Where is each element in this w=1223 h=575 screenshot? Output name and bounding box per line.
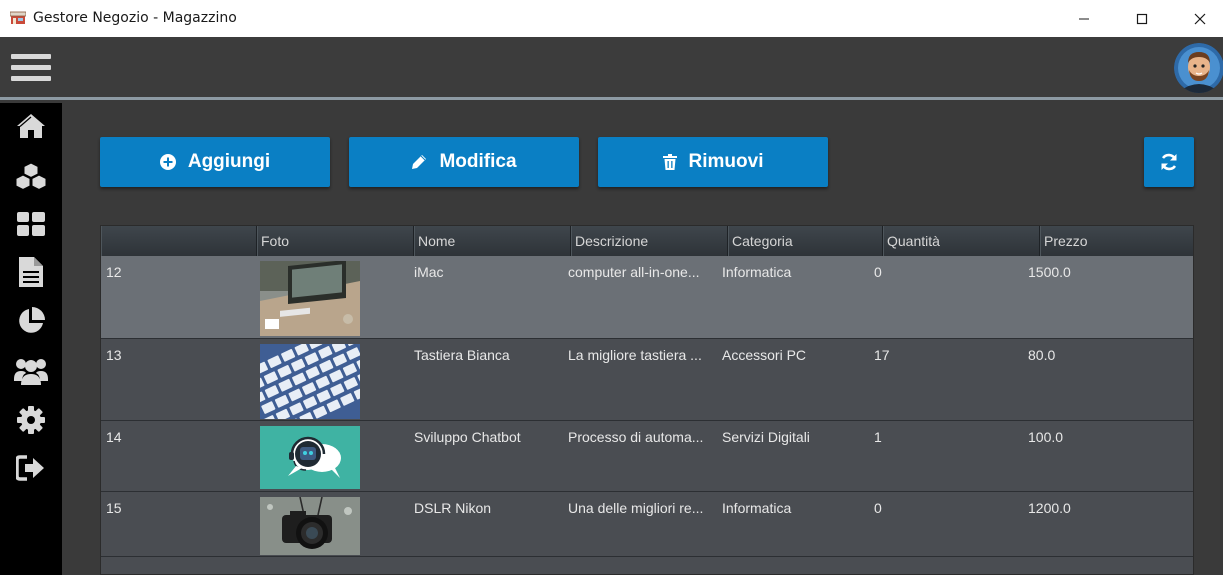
table-row[interactable]: 14 Sviluppo Chatbot Processo di automa..… [101, 421, 1193, 492]
cell-quantity: 1 [874, 429, 882, 445]
table-row[interactable]: 12 iMac computer all-in-one... Informati… [101, 256, 1193, 339]
app-icon [10, 11, 26, 24]
cell-category: Informatica [722, 264, 792, 280]
table-row[interactable]: 15 DSLR Nikon Una delle migliori re... I [101, 492, 1193, 557]
sidebar-item-statistics[interactable] [0, 298, 62, 344]
cell-quantity: 0 [874, 264, 882, 280]
remove-button-label: Rimuovi [688, 151, 764, 172]
cell-description: Una delle migliori re... [568, 500, 704, 516]
app-bar [0, 37, 1223, 100]
maximize-icon [1136, 13, 1148, 24]
grid-icon [17, 212, 45, 236]
column-header-quantity[interactable]: Quantità [883, 226, 1040, 256]
remove-button[interactable]: Rimuovi [598, 137, 828, 187]
add-button-label: Aggiungi [187, 151, 271, 172]
sidebar-item-products[interactable] [0, 153, 62, 199]
add-button[interactable]: Aggiungi [100, 137, 330, 187]
camera-photo [260, 497, 360, 555]
sidebar-item-documents[interactable] [0, 249, 62, 295]
sidebar-item-users[interactable] [0, 348, 62, 394]
home-icon [17, 114, 45, 138]
maximize-button[interactable] [1113, 0, 1171, 37]
close-button[interactable] [1171, 0, 1223, 37]
cell-id: 14 [106, 429, 122, 445]
cell-price: 1200.0 [1028, 500, 1071, 516]
users-icon [14, 359, 48, 385]
minimize-button[interactable] [1055, 0, 1113, 37]
inventory-table: Foto Nome Descrizione Categoria Quantità… [100, 225, 1194, 575]
gear-icon [17, 406, 45, 434]
cell-description: La migliore tastiera ... [568, 347, 702, 363]
column-header-photo[interactable]: Foto [257, 226, 414, 256]
refresh-button[interactable] [1144, 137, 1194, 187]
column-header-description[interactable]: Descrizione [571, 226, 728, 256]
imac-photo [260, 261, 360, 336]
document-icon [19, 257, 43, 287]
edit-button[interactable]: Modifica [349, 137, 579, 187]
cell-description: Processo di automa... [568, 429, 704, 445]
cell-category: Servizi Digitali [722, 429, 810, 445]
hamburger-menu-icon[interactable] [11, 54, 51, 84]
column-header-category[interactable]: Categoria [728, 226, 883, 256]
logout-icon [16, 455, 44, 481]
user-avatar[interactable] [1174, 43, 1223, 93]
cell-name: DSLR Nikon [414, 500, 492, 516]
cell-id: 12 [106, 264, 122, 280]
minimize-icon [1079, 18, 1089, 19]
cell-price: 80.0 [1028, 347, 1056, 363]
cell-name: Tastiera Bianca [414, 347, 510, 363]
chatbot-photo [260, 426, 360, 489]
plus-circle-icon [159, 154, 176, 170]
cubes-icon [15, 162, 47, 190]
pie-chart-icon [19, 307, 45, 333]
sidebar [0, 103, 62, 575]
cell-name: iMac [414, 264, 444, 280]
close-icon [1194, 13, 1206, 24]
cell-category: Accessori PC [722, 347, 807, 363]
sidebar-item-home[interactable] [0, 103, 62, 149]
window-titlebar: Gestore Negozio - Magazzino [0, 0, 1223, 37]
table-row[interactable]: 13 Tastiera Bianca La migliore tastiera … [101, 339, 1193, 421]
sidebar-item-settings[interactable] [0, 397, 62, 443]
refresh-icon [1161, 153, 1177, 171]
pencil-icon [412, 155, 427, 169]
cell-category: Informatica [722, 500, 792, 516]
column-header-id[interactable] [101, 226, 257, 256]
trash-icon [662, 154, 677, 170]
cell-id: 13 [106, 347, 122, 363]
column-header-name[interactable]: Nome [414, 226, 571, 256]
cell-price: 1500.0 [1028, 264, 1071, 280]
cell-name: Sviluppo Chatbot [414, 429, 521, 445]
sidebar-item-dashboard[interactable] [0, 201, 62, 247]
column-header-price[interactable]: Prezzo [1040, 226, 1193, 256]
sidebar-item-logout[interactable] [0, 445, 62, 491]
cell-quantity: 17 [874, 347, 890, 363]
edit-button-label: Modifica [439, 151, 517, 172]
table-header: Foto Nome Descrizione Categoria Quantità… [101, 226, 1193, 256]
cell-description: computer all-in-one... [568, 264, 700, 280]
keyboard-photo [260, 344, 360, 419]
cell-price: 100.0 [1028, 429, 1064, 445]
cell-id: 15 [106, 500, 122, 516]
window-title: Gestore Negozio - Magazzino [33, 10, 237, 26]
main-content: Aggiungi Modifica Rimuovi Foto Nome Desc… [62, 103, 1223, 575]
cell-quantity: 0 [874, 500, 882, 516]
